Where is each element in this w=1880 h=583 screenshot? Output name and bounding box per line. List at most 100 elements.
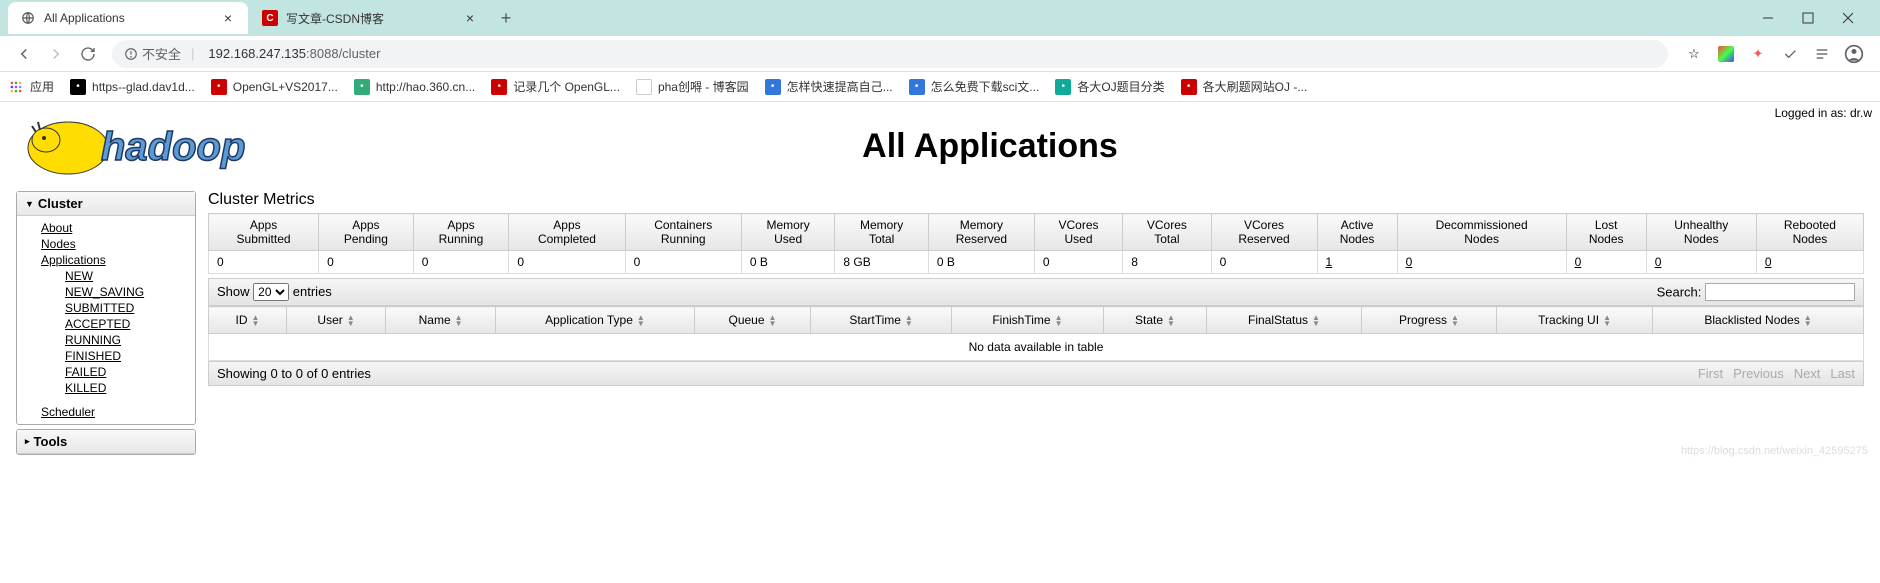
metrics-header: MemoryTotal [835,214,929,251]
sidebar-link-state-finished[interactable]: FINISHED [17,348,195,364]
address-bar[interactable]: 不安全 | 192.168.247.135:8088/cluster [112,40,1668,68]
metrics-link[interactable]: 0 [1765,255,1772,269]
metrics-link[interactable]: 0 [1655,255,1662,269]
bookmark-item[interactable]: •pha创嘚 - 博客园 [636,78,749,95]
minimize-button[interactable] [1756,6,1780,30]
sidebar-link-state-running[interactable]: RUNNING [17,332,195,348]
back-button[interactable] [8,38,40,70]
apps-header[interactable]: User [286,307,385,334]
tab-title: All Applications [44,11,125,25]
sidebar-link-scheduler[interactable]: Scheduler [17,404,195,420]
tab-csdn[interactable]: C 写文章-CSDN博客 × [250,2,490,34]
pager-next[interactable]: Next [1794,366,1821,381]
sidebar-link-state-new[interactable]: NEW [17,268,195,284]
applications-table: IDUserNameApplication TypeQueueStartTime… [208,306,1864,361]
sort-icon [769,315,777,327]
close-icon[interactable]: × [220,10,236,26]
apps-header[interactable]: State [1103,307,1207,334]
sidebar-header-cluster[interactable]: ▼ Cluster [17,192,195,216]
pager-first[interactable]: First [1698,366,1723,381]
bookmark-label: 怎么免费下载sci文... [931,78,1040,95]
cluster-metrics-title: Cluster Metrics [208,191,1864,209]
sidebar-link-state-accepted[interactable]: ACCEPTED [17,316,195,332]
sort-icon [1451,315,1459,327]
sidebar-link-state-new_saving[interactable]: NEW_SAVING [17,284,195,300]
logged-in-label: Logged in as: dr.w [1775,106,1872,120]
metrics-value: 0 [1397,251,1566,274]
metrics-header: RebootedNodes [1756,214,1863,251]
tab-all-applications[interactable]: All Applications × [8,2,248,34]
sidebar-link-state-killed[interactable]: KILLED [17,380,195,396]
reading-list-icon[interactable] [1812,44,1832,64]
sidebar-header-tools[interactable]: ▸ Tools [17,430,195,454]
bookmark-item[interactable]: •怎样快速提高自己... [765,78,893,95]
search-box: Search: [1657,283,1855,301]
url-host: 192.168.247.135 [208,46,306,61]
new-tab-button[interactable]: + [492,4,520,32]
metrics-link[interactable]: 0 [1575,255,1582,269]
maximize-button[interactable] [1796,6,1820,30]
sidebar-link-about[interactable]: About [17,220,195,236]
apps-button[interactable]: 应用 [8,78,54,95]
pager-last[interactable]: Last [1830,366,1855,381]
metrics-link[interactable]: 1 [1326,255,1333,269]
bookmark-item[interactable]: •OpenGL+VS2017... [211,78,338,95]
close-icon[interactable]: × [462,10,478,26]
cluster-metrics-table: AppsSubmittedAppsPendingAppsRunningAppsC… [208,213,1864,274]
bookmark-item[interactable]: •https--glad.dav1d... [70,78,195,95]
main-layout: ▼ Cluster About Nodes Applications NEWNE… [0,191,1880,459]
metrics-value: 0 [319,251,414,274]
search-input[interactable] [1705,283,1855,301]
apps-header[interactable]: Tracking UI [1497,307,1653,334]
window-controls [1744,6,1872,30]
page-content: Logged in as: dr.w hadoop All Applicatio… [0,102,1880,459]
apps-header[interactable]: Queue [694,307,810,334]
apps-header[interactable]: Name [386,307,496,334]
metrics-header: UnhealthyNodes [1646,214,1756,251]
metrics-value: 0 [209,251,319,274]
csdn-icon: C [262,10,278,26]
reload-button[interactable] [72,38,104,70]
metrics-link[interactable]: 0 [1406,255,1413,269]
close-window-button[interactable] [1836,6,1860,30]
bookmark-item[interactable]: •http://hao.360.cn... [354,78,475,95]
bookmark-label: http://hao.360.cn... [376,80,475,94]
sidebar-link-nodes[interactable]: Nodes [17,236,195,252]
bookmark-label: 各大刷题网站OJ -... [1203,78,1308,95]
sidebar-link-applications[interactable]: Applications [17,252,195,268]
apps-header[interactable]: StartTime [811,307,952,334]
bookmark-item[interactable]: •各大OJ题目分类 [1055,78,1164,95]
sidebar-link-state-submitted[interactable]: SUBMITTED [17,300,195,316]
pager-previous[interactable]: Previous [1733,366,1784,381]
entries-select[interactable]: 20 [253,283,289,301]
sidebar-link-state-failed[interactable]: FAILED [17,364,195,380]
metrics-value: 8 [1123,251,1211,274]
metrics-header: AppsRunning [413,214,509,251]
bookmark-label: 记录几个 OpenGL... [513,78,620,95]
apps-header[interactable]: ID [209,307,287,334]
tabs-row: All Applications × C 写文章-CSDN博客 × + [0,0,1880,36]
bookmark-item[interactable]: •各大刷题网站OJ -... [1181,78,1308,95]
bookmark-item[interactable]: •记录几个 OpenGL... [491,78,620,95]
metrics-value: 0 B [928,251,1034,274]
profile-icon[interactable] [1844,44,1864,64]
sort-icon [252,315,260,327]
apps-header[interactable]: FinalStatus [1207,307,1362,334]
apps-header[interactable]: Progress [1361,307,1496,334]
apps-header[interactable]: Application Type [496,307,695,334]
show-entries: Show 20 entries [217,283,332,301]
extension-icon[interactable] [1716,44,1736,64]
extension-icon-2[interactable]: ✦ [1748,44,1768,64]
sort-icon [905,315,913,327]
bookmarks-row: 应用 •https--glad.dav1d... •OpenGL+VS2017..… [0,72,1880,102]
page-header: hadoop All Applications [0,102,1880,191]
forward-button[interactable] [40,38,72,70]
metrics-value: 0 [1034,251,1122,274]
bookmark-item[interactable]: •怎么免费下载sci文... [909,78,1040,95]
sort-icon [347,315,355,327]
cast-icon[interactable] [1780,44,1800,64]
watermark: https://blog.csdn.net/weixin_42595275 [1681,445,1868,457]
apps-header[interactable]: Blacklisted Nodes [1653,307,1864,334]
star-icon[interactable]: ☆ [1684,44,1704,64]
apps-header[interactable]: FinishTime [952,307,1104,334]
